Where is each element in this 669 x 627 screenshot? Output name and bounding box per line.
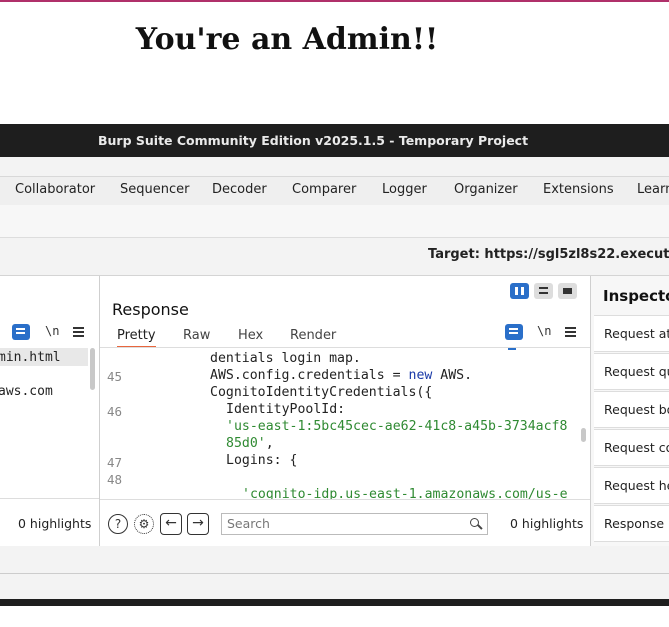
window-title: Burp Suite Community Edition v2025.1.5 -… — [98, 133, 529, 148]
wrap-lines-icon[interactable] — [505, 324, 523, 340]
top-accent-line — [0, 0, 669, 2]
inspector-row-request-body[interactable]: Request bo — [594, 391, 669, 428]
forward-arrow-icon[interactable]: → — [187, 513, 209, 535]
response-code-editor[interactable]: dentials login map. 45 AWS.config.creden… — [100, 347, 590, 500]
code-line: 'us-east-1:5bc45cec-ae62-41c8-a45b-3734a… — [226, 419, 568, 434]
tab-comparer[interactable]: Comparer — [292, 182, 356, 197]
inspector-panel: Inspector Request att Request qu Request… — [591, 276, 669, 546]
response-footer: ? ⚙ ← → 0 highlights — [100, 499, 590, 546]
sub-tab-bar — [0, 205, 669, 238]
inspector-row-request-headers[interactable]: Request he — [594, 467, 669, 504]
response-scrollbar[interactable] — [581, 428, 586, 442]
request-panel: \n min.html aws.com 0 highlights — [0, 276, 100, 546]
tab-learn[interactable]: Learn — [637, 182, 669, 197]
tab-logger[interactable]: Logger — [382, 182, 427, 197]
target-bar: Target: https://sgl5zl8s22.execute-api.u — [0, 238, 669, 276]
line-number: 48 — [106, 472, 122, 487]
tab-hex[interactable]: Hex — [238, 328, 263, 343]
status-bar — [0, 573, 669, 599]
horizontal-view-icon[interactable] — [534, 283, 553, 299]
code-line: AWS.config.credentials = new AWS. — [210, 368, 473, 383]
target-label[interactable]: Target: https://sgl5zl8s22.execute-api.u — [428, 247, 669, 262]
tab-sequencer[interactable]: Sequencer — [120, 182, 189, 197]
line-number: 46 — [106, 404, 122, 419]
tab-organizer[interactable]: Organizer — [454, 182, 518, 197]
window-bottom-edge — [0, 599, 669, 606]
tab-raw[interactable]: Raw — [183, 328, 210, 343]
inspector-row-request-attributes[interactable]: Request att — [594, 315, 669, 352]
menu-icon[interactable] — [73, 327, 84, 329]
wrap-lines-icon[interactable] — [12, 324, 30, 340]
main-tab-bar: Collaborator Sequencer Decoder Comparer … — [0, 176, 669, 206]
inspector-row-response-headers[interactable]: Response h — [594, 505, 669, 542]
inspector-row-request-cookies[interactable]: Request coo — [594, 429, 669, 466]
gear-icon[interactable]: ⚙ — [134, 514, 154, 534]
line-number: 45 — [106, 369, 122, 384]
inspector-row-request-query[interactable]: Request qu — [594, 353, 669, 390]
tab-render[interactable]: Render — [290, 328, 336, 343]
back-arrow-icon[interactable]: ← — [160, 513, 182, 535]
response-highlights-count: 0 highlights — [510, 516, 584, 531]
request-scrollbar[interactable] — [90, 348, 95, 390]
title-bar: Burp Suite Community Edition v2025.1.5 -… — [0, 124, 669, 157]
search-box[interactable] — [221, 513, 488, 535]
code-line: CognitoIdentityCredentials({ — [210, 385, 433, 400]
search-input[interactable] — [227, 515, 457, 532]
help-icon[interactable]: ? — [108, 514, 128, 534]
newline-toggle[interactable]: \n — [45, 324, 59, 338]
split-view-icon[interactable] — [510, 283, 529, 299]
tab-collaborator[interactable]: Collaborator — [15, 182, 95, 197]
line-number: 47 — [106, 455, 122, 470]
request-highlights-count: 0 highlights — [18, 516, 92, 531]
request-line: aws.com — [0, 384, 53, 399]
request-line: min.html — [0, 350, 61, 365]
code-line: 85d0', — [226, 436, 274, 451]
code-line: Logins: { — [226, 453, 298, 468]
code-line: dentials login map. — [210, 351, 361, 366]
tab-pretty[interactable]: Pretty — [117, 328, 156, 348]
menu-icon[interactable] — [565, 327, 576, 329]
search-icon[interactable] — [470, 518, 479, 527]
newline-toggle[interactable]: \n — [537, 324, 551, 338]
tab-decoder[interactable]: Decoder — [212, 182, 267, 197]
code-line: IdentityPoolId: — [226, 402, 346, 417]
burp-window: Burp Suite Community Edition v2025.1.5 -… — [0, 124, 669, 606]
tab-extensions[interactable]: Extensions — [543, 182, 614, 197]
single-view-icon[interactable] — [558, 283, 577, 299]
inspector-title: Inspector — [603, 287, 669, 305]
response-panel: Response Pretty Raw Hex Render \n dentia… — [100, 276, 591, 546]
page-heading: You're an Admin!! — [135, 22, 439, 57]
response-title: Response — [112, 300, 189, 319]
